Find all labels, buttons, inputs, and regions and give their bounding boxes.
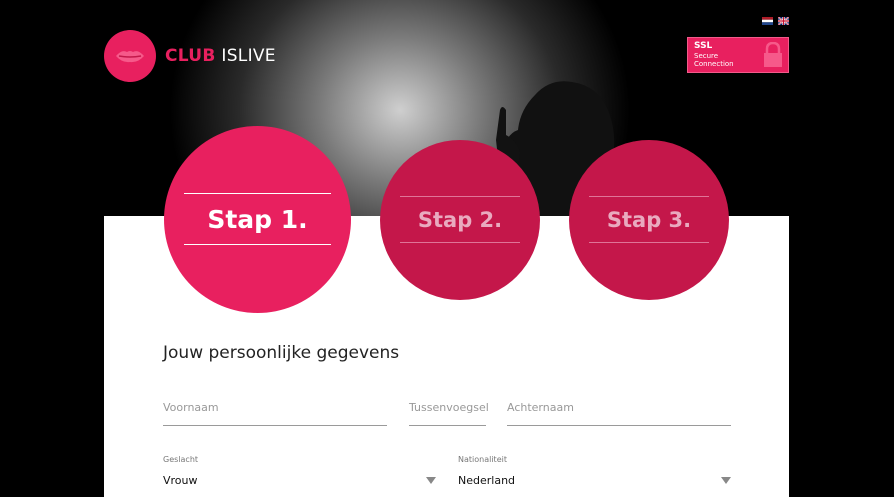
uk-flag-icon[interactable] [778, 17, 789, 25]
tussenvoegsel-input[interactable]: Tussenvoegsel [409, 401, 489, 426]
step-2-bottom-divider [400, 242, 520, 243]
lips-logo-icon [104, 30, 156, 82]
tussenvoegsel-underline [409, 425, 486, 426]
step-1-bottom-divider [184, 244, 331, 245]
language-switcher [762, 17, 789, 25]
form-title: Jouw persoonlijke gegevens [163, 343, 400, 363]
tussenvoegsel-placeholder: Tussenvoegsel [409, 401, 489, 414]
brand-name: CLUB ISLIVE [165, 46, 276, 66]
voornaam-underline [163, 425, 387, 426]
lock-icon [764, 42, 782, 67]
brand-islive: ISLIVE [221, 46, 276, 66]
chevron-down-icon[interactable] [721, 477, 731, 484]
step-2-top-divider [400, 196, 520, 197]
nl-flag-icon[interactable] [762, 17, 773, 25]
step-1-top-divider [184, 193, 331, 194]
geslacht-select[interactable]: Geslacht Vrouw [163, 455, 436, 497]
nationaliteit-select[interactable]: Nationaliteit Nederland [458, 455, 731, 497]
voornaam-placeholder: Voornaam [163, 401, 219, 414]
chevron-down-icon[interactable] [426, 477, 436, 484]
step-3[interactable]: Stap 3. [569, 140, 729, 300]
step-2-label: Stap 2. [417, 208, 503, 232]
step-3-bottom-divider [589, 242, 709, 243]
step-3-label: Stap 3. [606, 208, 692, 232]
ssl-line-1: Secure [694, 52, 719, 60]
nationaliteit-label: Nationaliteit [458, 455, 507, 464]
geslacht-label: Geslacht [163, 455, 199, 464]
voornaam-input[interactable]: Voornaam [163, 401, 387, 426]
brand-club: CLUB [165, 46, 216, 66]
step-2[interactable]: Stap 2. [380, 140, 540, 300]
step-1[interactable]: Stap 1. [164, 126, 351, 313]
brand-logo[interactable]: CLUB ISLIVE [104, 30, 276, 82]
ssl-line-2: Connection [694, 60, 734, 68]
achternaam-underline [507, 425, 731, 426]
ssl-title: SSL [694, 41, 713, 51]
nationaliteit-value: Nederland [458, 474, 516, 487]
step-1-label: Stap 1. [207, 205, 308, 234]
achternaam-input[interactable]: Achternaam [507, 401, 731, 426]
step-3-top-divider [589, 196, 709, 197]
achternaam-placeholder: Achternaam [507, 401, 574, 414]
ssl-subtitle: Secure Connection [694, 52, 734, 68]
ssl-badge: SSL Secure Connection [687, 37, 789, 73]
geslacht-value: Vrouw [163, 474, 198, 487]
